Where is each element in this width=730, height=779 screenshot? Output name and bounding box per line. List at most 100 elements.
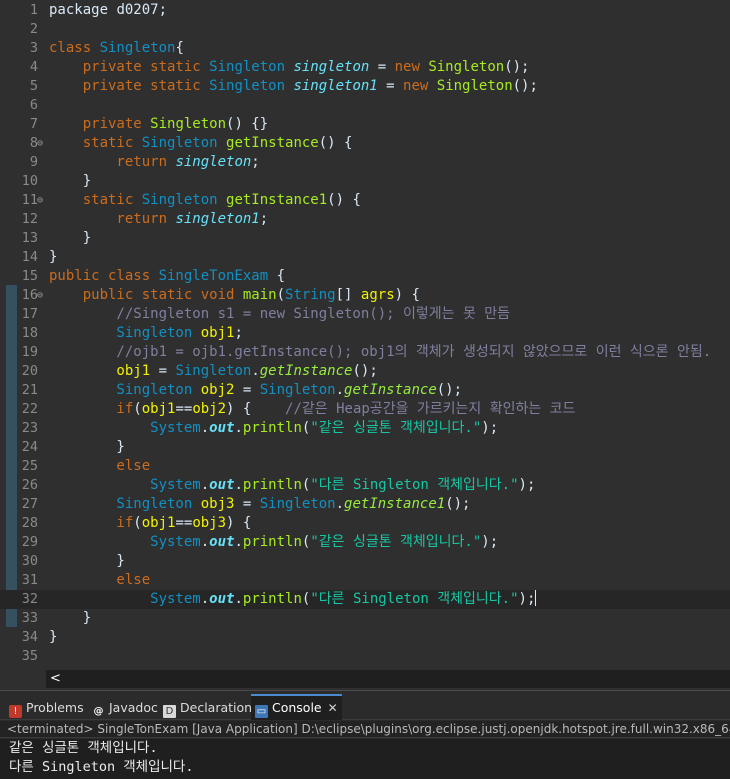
code-line[interactable]: 6	[0, 96, 730, 115]
code-token: }	[49, 173, 92, 189]
code-line[interactable]: 21 Singleton obj2 = Singleton.getInstanc…	[0, 381, 730, 400]
code-line[interactable]: 29 System.out.println("같은 싱글톤 객체입니다.");	[0, 533, 730, 552]
code-line[interactable]: 32 System.out.println("다른 Singleton 객체입니…	[0, 590, 730, 609]
line-number: 16	[21, 287, 38, 303]
code-line[interactable]: 1 package d0207;	[0, 1, 730, 20]
fold-collapse-icon[interactable]: ⊖	[37, 134, 43, 153]
code-line[interactable]: 13 }	[0, 229, 730, 248]
code-token: Singleton	[49, 325, 201, 341]
code-line[interactable]: 11 ⊖ static Singleton getInstance1() {	[0, 191, 730, 210]
code-token: ;	[259, 211, 269, 227]
code-line[interactable]: 20 obj1 = Singleton.getInstance();	[0, 362, 730, 381]
code-token: .	[234, 420, 243, 436]
code-line[interactable]: 8 ⊖ static Singleton getInstance() {	[0, 134, 730, 153]
code-line[interactable]: 25 else	[0, 457, 730, 476]
code-line[interactable]: 24 }	[0, 438, 730, 457]
code-token: obj1	[49, 363, 151, 379]
code-line[interactable]: 33 }	[0, 609, 730, 628]
code-token: (	[133, 401, 142, 417]
code-text: }	[49, 609, 91, 628]
code-line[interactable]: 4 private static Singleton singleton = n…	[0, 58, 730, 77]
console-output-line: 같은 싱글톤 객체입니다.	[9, 740, 158, 756]
horizontal-scrollbar[interactable]: <	[46, 670, 730, 688]
code-line[interactable]: 7 private Singleton() {}	[0, 115, 730, 134]
code-token: main	[242, 287, 277, 303]
code-text: System.out.println("다른 Singleton 객체입니다."…	[49, 476, 535, 495]
code-token: .	[234, 477, 243, 493]
code-text: class Singleton{	[49, 39, 184, 58]
code-token: .	[335, 496, 345, 512]
line-number: 35	[21, 648, 38, 664]
code-token: Singleton	[49, 496, 201, 512]
code-token: =	[234, 382, 260, 398]
code-token: () {	[327, 192, 361, 208]
code-text: else	[49, 457, 150, 476]
code-line[interactable]: 12 return singleton1;	[0, 210, 730, 229]
code-text: static Singleton getInstance1() {	[49, 191, 361, 210]
tab-console[interactable]: ▭ Console ✕	[251, 694, 342, 720]
tab-declaration[interactable]: D Declaration	[163, 696, 252, 720]
code-line[interactable]: 26 System.out.println("다른 Singleton 객체입니…	[0, 476, 730, 495]
code-line[interactable]: 34}	[0, 628, 730, 647]
scroll-left-arrow-icon[interactable]: <	[50, 670, 61, 688]
tab-problems[interactable]: ! Problems	[9, 696, 84, 720]
code-line[interactable]: 14}	[0, 248, 730, 267]
code-token: ==	[175, 515, 193, 531]
code-text: }	[49, 172, 91, 191]
code-line[interactable]: 2	[0, 20, 730, 39]
code-line[interactable]: 19 //ojb1 = ojb1.getInstance(); obj1의 객체…	[0, 343, 730, 362]
code-line[interactable]: 28 if(obj1==obj3) {	[0, 514, 730, 533]
code-token: =	[369, 59, 395, 75]
code-line[interactable]: 18 Singleton obj1;	[0, 324, 730, 343]
code-line[interactable]: 10 }	[0, 172, 730, 191]
code-text: }	[49, 552, 124, 571]
console-output[interactable]: 같은 싱글톤 객체입니다. 다른 Singleton 객체입니다.	[0, 739, 730, 779]
code-token: String	[285, 287, 336, 303]
fold-collapse-icon[interactable]: ⊖	[37, 286, 43, 305]
code-token: return	[49, 211, 176, 227]
code-token: Singleton	[209, 59, 294, 75]
code-token: "같은 싱글톤 객체입니다."	[310, 420, 482, 436]
code-text: Singleton obj3 = Singleton.getInstance1(…	[49, 495, 470, 514]
code-token: return	[49, 154, 176, 170]
code-text: if(obj1==obj2) { //같은 Heap공간을 가르키는지 확인하는…	[49, 400, 575, 419]
code-token: getInstance1	[226, 192, 328, 208]
code-line[interactable]: 23 System.out.println("같은 싱글톤 객체입니다.");	[0, 419, 730, 438]
code-line[interactable]: 22 if(obj1==obj2) { //같은 Heap공간을 가르키는지 확…	[0, 400, 730, 419]
code-token: ;	[251, 154, 260, 170]
code-token: class	[49, 40, 100, 56]
code-token: out	[209, 591, 235, 607]
code-line[interactable]: 16 ⊖ public static void main(String[] agr…	[0, 286, 730, 305]
code-text: static Singleton getInstance() {	[49, 134, 353, 153]
close-icon[interactable]: ✕	[328, 701, 338, 715]
code-token: .	[200, 420, 210, 436]
line-number: 10	[21, 173, 38, 189]
code-editor[interactable]: 1 package d0207; 2 3 class Singleton{4 priva…	[0, 0, 730, 668]
code-token: new	[403, 78, 437, 94]
code-token: "다른 Singleton 객체입니다."	[310, 591, 519, 607]
line-number: 3	[29, 40, 38, 56]
code-token: println	[242, 591, 302, 607]
code-text: public class SingleTonExam {	[49, 267, 285, 286]
line-number: 17	[21, 306, 38, 322]
tab-console-label: Console	[272, 700, 322, 715]
code-line[interactable]: 27 Singleton obj3 = Singleton.getInstanc…	[0, 495, 730, 514]
code-token: println	[242, 534, 302, 550]
fold-collapse-icon[interactable]: ⊖	[37, 191, 43, 210]
code-token: //ojb1 = ojb1.getInstance(); obj1의 객체가 생…	[49, 344, 712, 360]
code-text: return singleton;	[49, 153, 260, 172]
code-line[interactable]: 5 private static Singleton singleton1 = …	[0, 77, 730, 96]
code-token: singleton1	[293, 78, 378, 94]
tab-javadoc[interactable]: @ Javadoc	[92, 696, 158, 720]
code-line[interactable]: 30 }	[0, 552, 730, 571]
code-line[interactable]: 15 public class SingleTonExam {	[0, 267, 730, 286]
code-token: .	[200, 534, 210, 550]
code-line[interactable]: 3 class Singleton{	[0, 39, 730, 58]
code-line[interactable]: 9 return singleton;	[0, 153, 730, 172]
code-line[interactable]: 35	[0, 647, 730, 666]
code-line[interactable]: 31 else	[0, 571, 730, 590]
code-line[interactable]: 17 //Singleton s1 = new Singleton(); 이렇게…	[0, 305, 730, 324]
code-token: System	[49, 420, 201, 436]
line-number: 13	[21, 230, 38, 246]
code-token: Singleton	[99, 40, 176, 56]
